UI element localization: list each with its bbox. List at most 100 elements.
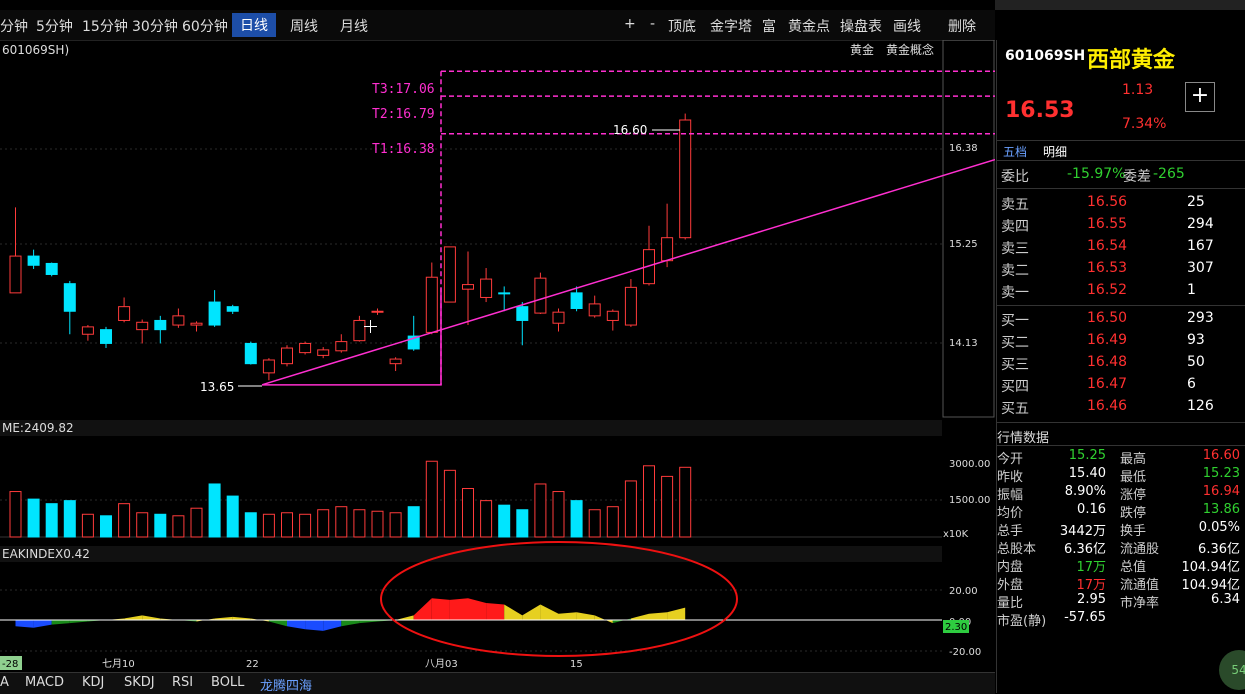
quote-row: 总手 3442万 换手 0.05% xyxy=(997,518,1245,539)
volume-bar xyxy=(172,515,185,538)
top-bottom-button[interactable]: 顶底 xyxy=(668,16,696,36)
period-weekly[interactable]: 周线 xyxy=(290,16,318,36)
indicator-fill xyxy=(341,620,360,627)
candle-body xyxy=(552,311,565,324)
tag-gold-concept: 黄金概念 xyxy=(886,42,934,57)
indicator-tick: -20.00 xyxy=(949,647,981,658)
period-5min[interactable]: 5分钟 xyxy=(36,16,73,36)
quote-value: -57.65 xyxy=(1064,610,1106,625)
volume-bar xyxy=(262,513,275,538)
quote-value: 6.34 xyxy=(1211,592,1240,607)
trend-line xyxy=(261,158,995,386)
quote-value: 2.95 xyxy=(1077,592,1106,607)
volume-bar xyxy=(389,512,402,538)
tab-a[interactable]: A xyxy=(0,675,9,690)
quote-value: 15.23 xyxy=(1202,466,1240,481)
tab-longteng[interactable]: 龙腾四海 xyxy=(260,675,312,694)
buy-label: 买五 xyxy=(1001,401,1029,417)
sell-row: 卖二 16.53 307 xyxy=(997,258,1245,280)
volume-bar xyxy=(425,460,438,538)
period-monthly[interactable]: 月线 xyxy=(340,16,368,36)
volume-bar xyxy=(9,491,22,538)
buy-price: 16.50 xyxy=(1087,310,1128,326)
indicator-fill xyxy=(395,615,414,620)
zoom-out-button[interactable]: - xyxy=(650,16,655,32)
pyramid-button[interactable]: 金字塔 xyxy=(710,16,752,36)
candle-body xyxy=(226,306,239,312)
tab-skdj[interactable]: SKDJ xyxy=(124,675,155,690)
rich-button[interactable]: 富 xyxy=(762,16,776,36)
delete-button[interactable]: 删除 xyxy=(948,16,976,36)
volume-bar xyxy=(443,469,456,538)
candle-body xyxy=(9,255,22,294)
candle-body xyxy=(425,276,438,333)
volume-bar xyxy=(661,475,674,538)
indicator-fill xyxy=(323,620,342,631)
candle-body xyxy=(136,321,149,331)
volume-bar xyxy=(154,513,167,538)
indicator-tabs: A MACD KDJ SKDJ RSI BOLL 龙腾四海 xyxy=(0,672,995,694)
sell-label: 卖三 xyxy=(1001,241,1029,257)
volume-bar xyxy=(624,480,637,538)
add-watchlist-button[interactable]: + xyxy=(1185,82,1215,112)
sell-volume: 167 xyxy=(1187,238,1214,254)
buy-price: 16.49 xyxy=(1087,332,1128,348)
volume-unit: x10K xyxy=(943,529,969,540)
indicator-fill xyxy=(504,604,523,620)
candle-body xyxy=(462,284,474,290)
indicator-fill xyxy=(51,620,70,625)
draw-line-button[interactable]: 画线 xyxy=(893,16,921,36)
volume-bar xyxy=(45,503,58,538)
zoom-in-button[interactable]: + xyxy=(624,16,636,32)
low-price-label: 13.65 xyxy=(200,380,234,394)
tab-macd[interactable]: MACD xyxy=(25,675,64,690)
period-15min[interactable]: 15分钟 xyxy=(82,16,128,36)
sell-price: 16.54 xyxy=(1087,238,1128,254)
sell-label: 卖四 xyxy=(1001,219,1029,235)
date-label: 七月10 xyxy=(102,658,135,670)
volume-bar xyxy=(407,506,420,538)
sell-volume: 25 xyxy=(1187,194,1205,210)
kline-chart[interactable]: 601069SH) 黄金 黄金概念 T3:17.06 T2:16.79 T1:1… xyxy=(0,40,995,672)
status-orb: 54 xyxy=(1219,650,1245,690)
golden-point-button[interactable]: 黄金点 xyxy=(788,16,830,36)
tab-rsi[interactable]: RSI xyxy=(172,675,193,690)
sell-volume: 307 xyxy=(1187,260,1214,276)
candle-body xyxy=(661,237,674,262)
tab-detail[interactable]: 明细 xyxy=(1043,143,1067,160)
high-price-label: 16.60 xyxy=(613,123,647,137)
period-30min[interactable]: 30分钟 xyxy=(132,16,178,36)
sell-volume: 294 xyxy=(1187,216,1214,232)
volume-bar xyxy=(498,504,511,538)
period-daily[interactable]: 日线 xyxy=(232,13,276,37)
indicator-fill xyxy=(612,618,631,624)
quote-row: 内盘 17万 总值 104.94亿 xyxy=(997,554,1245,575)
volume-bar xyxy=(534,483,547,538)
trading-table-button[interactable]: 操盘表 xyxy=(840,16,882,36)
indicator-fill xyxy=(667,607,686,620)
period-60min[interactable]: 60分钟 xyxy=(182,16,228,36)
indicator-fill xyxy=(124,615,143,620)
sell-volume: 1 xyxy=(1187,282,1196,298)
candle-body xyxy=(498,292,511,295)
buy-volume: 293 xyxy=(1187,310,1214,326)
quote-row: 总股本 6.36亿 流通股 6.36亿 xyxy=(997,536,1245,557)
indicator-label: EAKINDEX0.42 xyxy=(2,547,90,561)
price-tick: 15.25 xyxy=(949,239,978,250)
indicator-fill xyxy=(142,615,161,620)
volume-tick: 1500.00 xyxy=(949,495,990,506)
tab-boll[interactable]: BOLL xyxy=(211,675,244,690)
volume-header xyxy=(0,420,942,436)
tab-five-levels[interactable]: 五档 xyxy=(1003,143,1027,160)
quote-row: 振幅 8.90% 涨停 16.94 xyxy=(997,482,1245,503)
candle-body xyxy=(606,310,619,321)
tab-kdj[interactable]: KDJ xyxy=(82,675,104,690)
candle-body xyxy=(100,329,112,344)
period-minute[interactable]: 分钟 xyxy=(0,16,28,36)
candle-body xyxy=(516,306,529,321)
indicator-fill xyxy=(558,612,577,620)
candle-body xyxy=(244,342,257,365)
volume-bar xyxy=(462,488,474,538)
indicator-fill xyxy=(649,612,668,620)
volume-bar xyxy=(552,491,565,538)
